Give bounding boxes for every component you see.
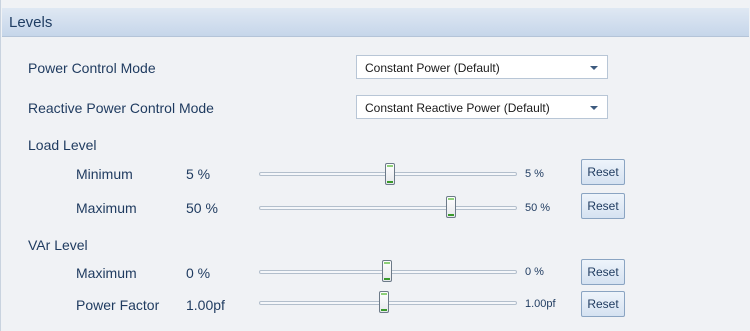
var-maximum-label: Maximum [76, 265, 137, 281]
load-maximum-slider-readout: 50 % [525, 202, 551, 214]
power-control-mode-label: Power Control Mode [28, 60, 156, 76]
panel-title: Levels [9, 14, 53, 31]
load-maximum-slider-track[interactable] [259, 206, 517, 210]
load-level-heading: Load Level [28, 137, 97, 153]
chevron-down-icon [590, 66, 598, 70]
power-factor-label: Power Factor [76, 297, 160, 313]
var-level-heading: VAr Level [28, 237, 88, 253]
power-factor-reset-button[interactable]: Reset [581, 291, 625, 317]
chevron-down-icon [590, 106, 598, 110]
reactive-power-control-mode-select[interactable]: Constant Reactive Power (Default) [356, 95, 608, 119]
load-maximum-reset-button[interactable]: Reset [581, 193, 625, 219]
load-minimum-slider-thumb[interactable] [385, 163, 395, 185]
load-minimum-label: Minimum [76, 166, 133, 182]
power-control-mode-select[interactable]: Constant Power (Default) [356, 55, 608, 79]
load-maximum-label: Maximum [76, 200, 137, 216]
panel-header: Levels [2, 8, 749, 37]
power-factor-value: 1.00pf [186, 297, 225, 313]
var-maximum-slider-thumb[interactable] [382, 260, 392, 282]
var-maximum-value: 0 % [186, 265, 211, 281]
load-minimum-value: 5 % [186, 166, 211, 182]
load-minimum-slider-readout: 5 % [525, 168, 544, 180]
reactive-power-control-mode-value: Constant Reactive Power (Default) [365, 101, 550, 115]
load-maximum-value: 50 % [186, 200, 218, 216]
levels-panel: Levels Power Control Mode Constant Power… [0, 0, 750, 331]
var-maximum-slider-readout: 0 % [525, 266, 544, 278]
reactive-power-control-mode-label: Reactive Power Control Mode [28, 100, 214, 116]
power-factor-slider-thumb[interactable] [379, 291, 389, 313]
power-factor-slider-readout: 1.00pf [525, 298, 556, 310]
load-minimum-reset-button[interactable]: Reset [581, 159, 625, 185]
load-maximum-slider-thumb[interactable] [446, 196, 456, 218]
power-control-mode-value: Constant Power (Default) [365, 61, 500, 75]
var-maximum-reset-button[interactable]: Reset [581, 259, 625, 285]
